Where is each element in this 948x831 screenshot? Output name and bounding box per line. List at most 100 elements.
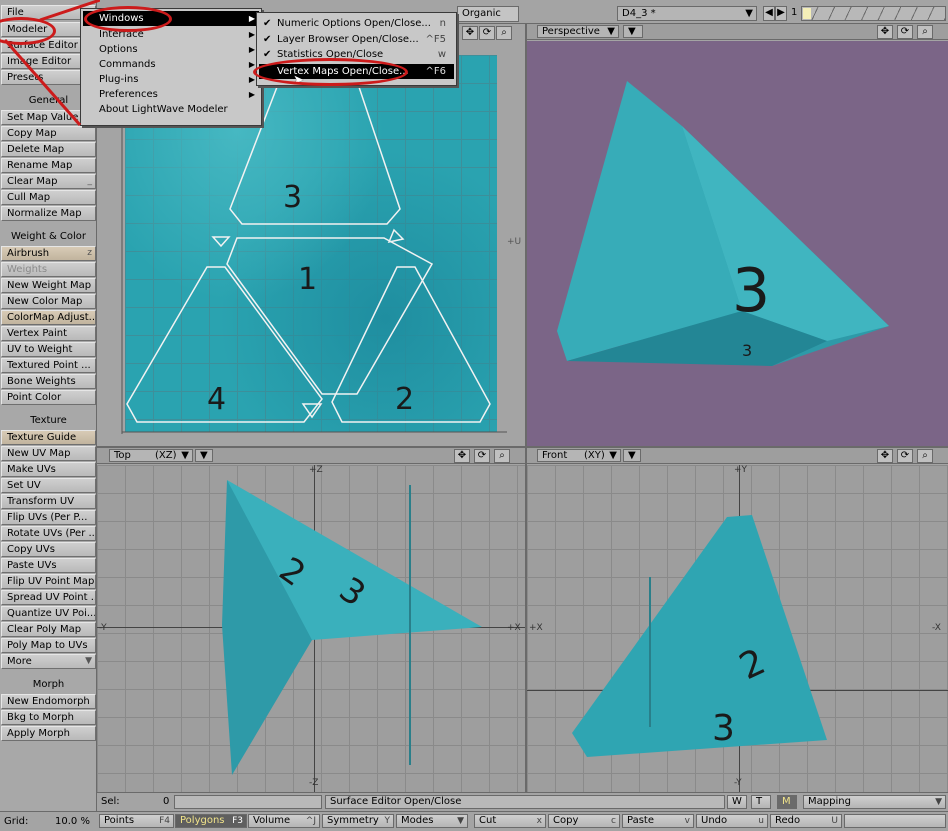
polygons-mode-button[interactable]: Polygons F3: [175, 814, 247, 828]
new-endomorph-button[interactable]: New Endomorph: [1, 694, 96, 709]
top-viewport[interactable]: +Z -Z -Y +X 2 3: [97, 465, 526, 792]
submenu-vertex-maps-shortcut: ^F6: [425, 66, 447, 77]
mapping-dropdown[interactable]: Mapping ▼: [803, 795, 946, 809]
normalize-map-button[interactable]: Normalize Map: [1, 206, 96, 221]
zoom-view-icon[interactable]: ⌕: [494, 449, 510, 463]
uv-to-weight-button[interactable]: UV to Weight: [1, 342, 96, 357]
vp-divider-horizontal[interactable]: [97, 446, 948, 448]
point-color-button[interactable]: Point Color: [1, 390, 96, 405]
front-viewport[interactable]: +Y -Y +X -X 3 2: [527, 465, 948, 792]
menu-item-options[interactable]: Options ▶: [83, 42, 259, 57]
paste-button[interactable]: Paste v: [622, 814, 694, 828]
bkg-to-morph-button[interactable]: Bkg to Morph: [1, 710, 96, 725]
layer-slots[interactable]: [801, 6, 946, 21]
submenu-item-numeric[interactable]: ✔ Numeric Options Open/Close... n: [259, 16, 454, 31]
copy-uvs-button[interactable]: Copy UVs: [1, 542, 96, 557]
rotate-view-icon[interactable]: ⟳: [897, 25, 913, 39]
perspective-view-dropdown[interactable]: Perspective ▼: [537, 25, 619, 38]
zoom-view-icon[interactable]: ⌕: [917, 449, 933, 463]
tab-organic[interactable]: Organic: [457, 6, 519, 22]
texture-guide-button[interactable]: Texture Guide: [1, 430, 96, 445]
menu-item-commands[interactable]: Commands ▶: [83, 57, 259, 72]
airbrush-button[interactable]: Airbrush z: [1, 246, 96, 261]
uv-small-triangle-bottom: [301, 403, 323, 419]
extra-slot[interactable]: [844, 814, 946, 828]
airbrush-shortcut: z: [87, 248, 92, 258]
menu-options-label: Options: [99, 44, 138, 55]
cut-button[interactable]: Cut x: [474, 814, 546, 828]
move-view-icon[interactable]: ✥: [877, 25, 893, 39]
cull-map-button[interactable]: Cull Map: [1, 190, 96, 205]
clear-map-button[interactable]: Clear Map _: [1, 174, 96, 189]
paste-uvs-button[interactable]: Paste UVs: [1, 558, 96, 573]
quantize-uv-button[interactable]: Quantize UV Poi...: [1, 606, 96, 621]
clear-poly-map-button[interactable]: Clear Poly Map: [1, 622, 96, 637]
apply-morph-button[interactable]: Apply Morph: [1, 726, 96, 741]
top-view-dropdown[interactable]: Top (XZ) ▼: [109, 449, 193, 462]
textured-point-button[interactable]: Textured Point ...: [1, 358, 96, 373]
copy-button[interactable]: Copy c: [548, 814, 620, 828]
weights-button[interactable]: Weights: [1, 262, 96, 277]
delete-map-button[interactable]: Delete Map: [1, 142, 96, 157]
scene-dropdown[interactable]: D4_3 * ▼: [617, 6, 757, 21]
clear-map-label: Clear Map: [7, 176, 58, 187]
points-shortcut: F4: [159, 816, 170, 826]
rename-map-button[interactable]: Rename Map: [1, 158, 96, 173]
front-view-header: Front (XY) ▼ ▼ ✥ ⟳ ⌕: [527, 448, 948, 464]
modes-dropdown[interactable]: Modes ▼: [396, 814, 468, 828]
new-weight-map-button[interactable]: New Weight Map: [1, 278, 96, 293]
cut-shortcut: x: [536, 816, 542, 826]
submenu-arrow-icon: ▶: [248, 45, 255, 54]
rotate-uvs-button[interactable]: Rotate UVs (Per ...: [1, 526, 96, 541]
transform-uv-button[interactable]: Transform UV: [1, 494, 96, 509]
t-toggle[interactable]: T: [751, 795, 771, 809]
chevron-down-icon: ▼: [628, 26, 636, 37]
rotate-view-icon[interactable]: ⟳: [897, 449, 913, 463]
check-icon: ✔: [263, 18, 272, 29]
submenu-statistics-shortcut: w: [437, 49, 446, 60]
more-button[interactable]: More ▼: [1, 654, 96, 669]
perspective-viewport[interactable]: 3 3: [527, 41, 948, 446]
vp-divider-vertical[interactable]: [525, 24, 527, 792]
move-view-icon[interactable]: ✥: [454, 449, 470, 463]
submenu-item-layer-browser[interactable]: ✔ Layer Browser Open/Close... ^F5: [259, 32, 454, 47]
menu-item-preferences[interactable]: Preferences ▶: [83, 87, 259, 102]
next-layer-button[interactable]: ▶: [775, 6, 787, 21]
poly-map-to-uvs-button[interactable]: Poly Map to UVs: [1, 638, 96, 653]
move-view-icon[interactable]: ✥: [877, 449, 893, 463]
zoom-view-icon[interactable]: ⌕: [917, 25, 933, 39]
new-uv-map-button[interactable]: New UV Map: [1, 446, 96, 461]
front-mode-dropdown[interactable]: ▼: [623, 449, 641, 462]
perspective-mode-dropdown[interactable]: ▼: [623, 25, 643, 38]
spread-uv-point-button[interactable]: Spread UV Point ...: [1, 590, 96, 605]
prev-layer-button[interactable]: ◀: [763, 6, 775, 21]
bone-weights-button[interactable]: Bone Weights: [1, 374, 96, 389]
m-toggle[interactable]: M: [777, 795, 797, 809]
menu-item-about[interactable]: About LightWave Modeler: [83, 102, 259, 117]
new-color-map-button[interactable]: New Color Map: [1, 294, 96, 309]
top-mode-dropdown[interactable]: ▼: [195, 449, 213, 462]
perspective-label: Perspective: [542, 26, 600, 37]
front-label: Front: [542, 450, 568, 461]
vertex-paint-button[interactable]: Vertex Paint: [1, 326, 96, 341]
points-mode-button[interactable]: Points F4: [99, 814, 174, 828]
set-uv-button[interactable]: Set UV: [1, 478, 96, 493]
rotate-view-icon[interactable]: ⟳: [474, 449, 490, 463]
grid-value: 10.0 %: [55, 816, 90, 827]
undo-button[interactable]: Undo u: [696, 814, 768, 828]
colormap-adjust-button[interactable]: ColorMap Adjust...: [1, 310, 96, 325]
top-view-header: Top (XZ) ▼ ▼ ✥ ⟳ ⌕: [97, 448, 526, 464]
menu-item-plugins[interactable]: Plug-ins ▶: [83, 72, 259, 87]
front-view-dropdown[interactable]: Front (XY) ▼: [537, 449, 621, 462]
symmetry-button[interactable]: Symmetry Y: [322, 814, 394, 828]
bottom-bar: Grid: 10.0 % Points F4 Polygons F3 Volume ^…: [0, 811, 948, 831]
flip-uv-point-map-button[interactable]: Flip UV Point Map: [1, 574, 96, 589]
redo-button[interactable]: Redo U: [770, 814, 842, 828]
layer-slot-active[interactable]: [803, 8, 811, 19]
volume-mode-button[interactable]: Volume ^J: [248, 814, 320, 828]
w-toggle[interactable]: W: [727, 795, 747, 809]
annotation-strokes: [3, 0, 100, 126]
top-model: 2 3: [222, 480, 482, 775]
flip-uvs-button[interactable]: Flip UVs (Per P...: [1, 510, 96, 525]
make-uvs-button[interactable]: Make UVs: [1, 462, 96, 477]
